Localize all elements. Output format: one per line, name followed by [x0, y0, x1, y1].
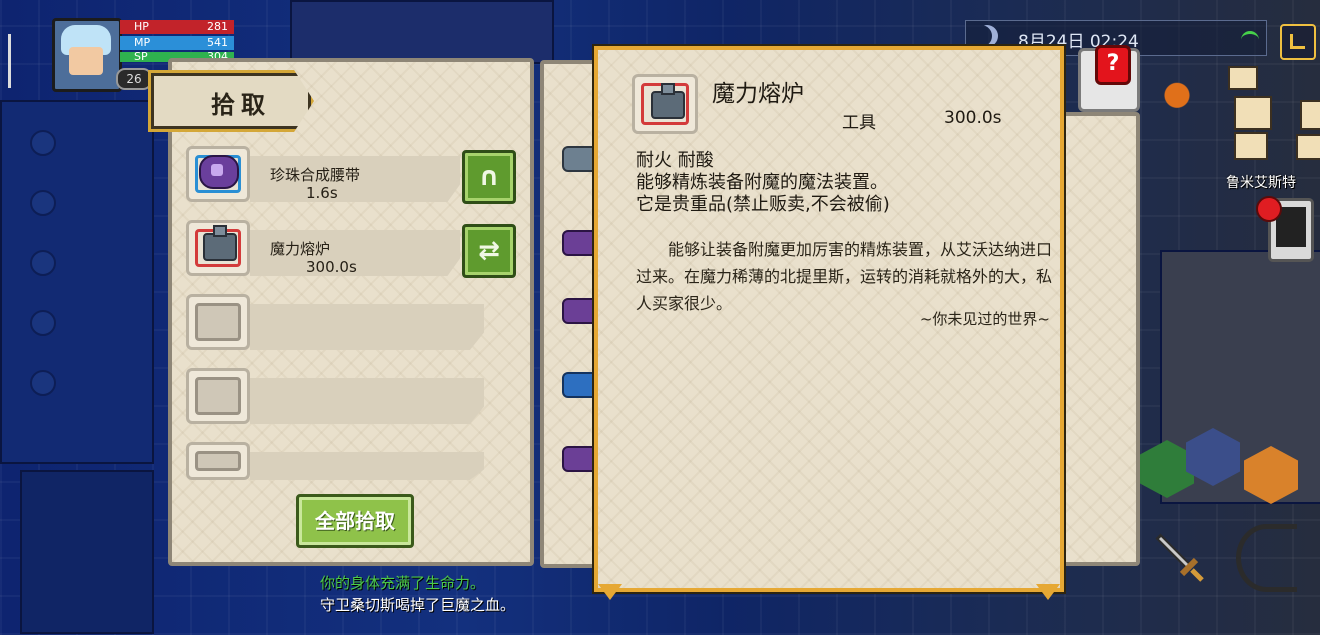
tooltip-item-slot	[632, 74, 698, 134]
item-slot[interactable]	[186, 146, 250, 202]
item-name: 珍珠合成腰带	[270, 166, 361, 184]
tooltip-item-time: 300.0s	[944, 108, 1002, 128]
hp-value: 281	[207, 20, 228, 33]
minimap-room	[1300, 100, 1320, 130]
pickup-all-button[interactable]: 全部拾取	[296, 494, 414, 548]
item-sprite[interactable]	[562, 230, 598, 256]
item-sprite[interactable]	[562, 298, 598, 324]
pickup-title: 拾取	[211, 91, 271, 119]
sword-icon[interactable]	[1150, 528, 1206, 584]
tooltip-attributes: 耐火 耐酸	[636, 150, 714, 171]
empty-slot[interactable]	[186, 368, 250, 424]
inventory-panel	[540, 60, 600, 568]
player-portrait[interactable]	[52, 18, 122, 92]
tooltip-item-type: 工具	[842, 113, 876, 133]
minimap-room	[1228, 66, 1258, 90]
tooltip-item-name: 魔力熔炉	[712, 81, 804, 107]
water-area	[0, 100, 154, 464]
pickup-title-tab: 拾取	[148, 70, 314, 132]
dpad-area[interactable]	[20, 470, 154, 634]
water-tile	[30, 250, 56, 276]
water-tile	[30, 130, 56, 156]
furnace-icon	[203, 225, 237, 261]
level-badge: 26	[116, 68, 152, 90]
item-sprite[interactable]	[562, 146, 598, 172]
item-slot-frame	[195, 377, 241, 415]
equip-button[interactable]: ∩	[462, 150, 516, 204]
empty-slot[interactable]	[186, 442, 250, 480]
mp-label: MP	[134, 36, 151, 49]
equip-icon: ∩	[478, 162, 500, 192]
bow-icon[interactable]	[1236, 524, 1297, 592]
item-slot-frame	[195, 303, 241, 341]
minimap-room	[1296, 134, 1320, 160]
item-tooltip: 魔力熔炉 工具 300.0s 耐火 耐酸 能够精炼装备附魔的魔法装置。 它是贵重…	[594, 46, 1064, 600]
item-name: 魔力熔炉	[270, 240, 331, 258]
log-line: 你的身体充满了生命力。	[320, 574, 486, 592]
item-slot[interactable]	[186, 220, 250, 276]
minimap-room	[1234, 96, 1272, 130]
tooltip-valuable-note: 它是贵重品(禁止贩卖,不会被偷)	[636, 194, 890, 215]
location-marker-icon	[1256, 196, 1282, 222]
sp-label: SP	[134, 50, 148, 63]
swap-icon: ⇄	[478, 236, 500, 266]
tooltip-usage: 能够精炼装备附魔的魔法装置。	[636, 172, 888, 193]
mp-bar: MP 541	[120, 36, 234, 50]
swap-button[interactable]: ⇄	[462, 224, 516, 278]
water-tile	[30, 370, 56, 396]
hint-icon[interactable]: ?	[1078, 45, 1140, 112]
hp-bar: HP 281	[120, 20, 234, 34]
item-sprite[interactable]	[562, 372, 598, 398]
item-slot-frame	[195, 451, 241, 471]
castle-wall	[290, 0, 554, 64]
empty-bar	[250, 304, 484, 350]
guild-emblem-icon	[1150, 70, 1204, 116]
empty-slot[interactable]	[186, 294, 250, 350]
town-name: 鲁米艾斯特	[1226, 175, 1296, 191]
tooltip-source: ~你未见过的世界~	[919, 310, 1050, 328]
hp-label: HP	[134, 20, 149, 33]
item-time: 300.0s	[306, 258, 357, 276]
item-sprite[interactable]	[562, 446, 598, 472]
question-mark-icon: ?	[1095, 45, 1131, 85]
belt-icon	[199, 155, 239, 189]
edge-handle[interactable]	[8, 34, 11, 88]
furnace-icon	[651, 83, 685, 119]
empty-bar	[250, 378, 484, 424]
side-panel	[1060, 112, 1140, 566]
water-tile	[30, 310, 56, 336]
log-line: 守卫桑切斯喝掉了巨魔之血。	[320, 596, 516, 614]
moon-icon	[976, 25, 998, 47]
mp-value: 541	[207, 36, 228, 49]
portrait-face	[69, 47, 103, 75]
empty-bar	[250, 452, 484, 480]
exit-icon[interactable]	[1280, 24, 1316, 60]
water-tile	[30, 190, 56, 216]
wifi-icon	[1241, 31, 1259, 46]
minimap-room	[1234, 132, 1268, 160]
item-time: 1.6s	[306, 184, 338, 202]
tooltip-description: 能够让装备附魔更加厉害的精炼装置，从艾沃达纳进口过来。在魔力稀薄的北提里斯，运转…	[636, 240, 1053, 313]
